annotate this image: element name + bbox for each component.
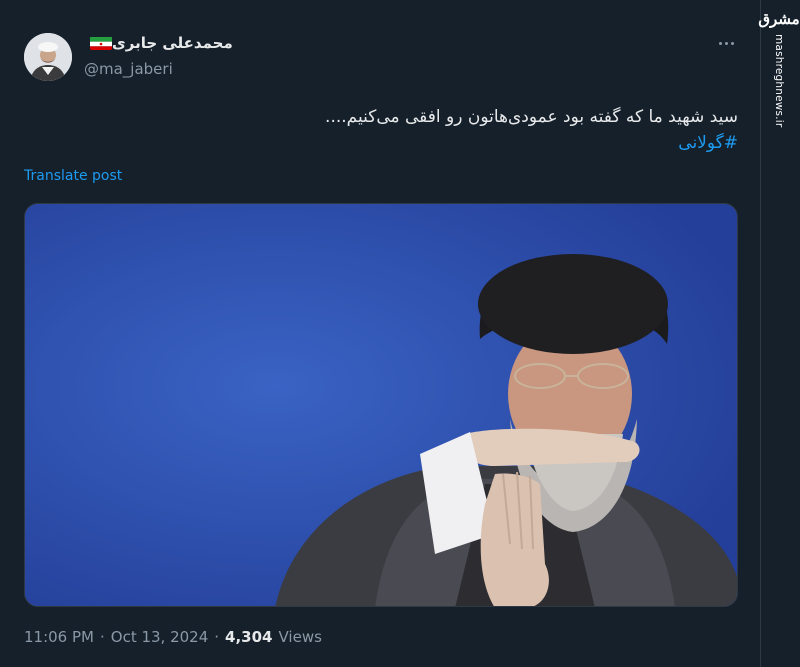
post-image-graphic xyxy=(25,204,737,606)
meta-separator: · xyxy=(214,628,220,646)
display-name[interactable]: محمدعلی جابری xyxy=(112,34,233,52)
hashtag-link[interactable]: #گولانی xyxy=(24,130,738,156)
user-handle[interactable]: @ma_jaberi xyxy=(84,60,173,78)
avatar[interactable] xyxy=(24,33,72,81)
tweet-card: محمدعلی جابری @ma_jaberi سید شهید ما که … xyxy=(0,0,760,667)
post-time[interactable]: 11:06 PM xyxy=(24,628,94,646)
translate-post-link[interactable]: Translate post xyxy=(24,168,122,184)
meta-separator: · xyxy=(99,628,105,646)
post-date[interactable]: Oct 13, 2024 xyxy=(111,628,209,646)
watermark-logo: مشرق xyxy=(758,10,800,28)
more-options-button[interactable] xyxy=(714,36,738,50)
post-meta: 11:06 PM · Oct 13, 2024 · 4,304 Views xyxy=(24,628,322,646)
post-body: سید شهید ما که گفته بود عمودی‌هاتون رو ا… xyxy=(325,107,738,127)
name-row: محمدعلی جابری xyxy=(84,34,233,52)
more-dot-icon xyxy=(718,41,722,45)
column-divider xyxy=(760,0,761,667)
views-label: Views xyxy=(278,628,322,646)
post-text: سید شهید ما که گفته بود عمودی‌هاتون رو ا… xyxy=(24,104,738,156)
watermark-url: mashreghnews.ir xyxy=(773,34,785,128)
post-image[interactable] xyxy=(24,203,738,607)
views-count: 4,304 xyxy=(225,628,273,646)
watermark: مشرق mashreghnews.ir xyxy=(758,10,799,128)
more-dot-icon xyxy=(730,41,734,45)
more-dot-icon xyxy=(724,41,728,45)
iran-flag-icon xyxy=(90,36,112,50)
